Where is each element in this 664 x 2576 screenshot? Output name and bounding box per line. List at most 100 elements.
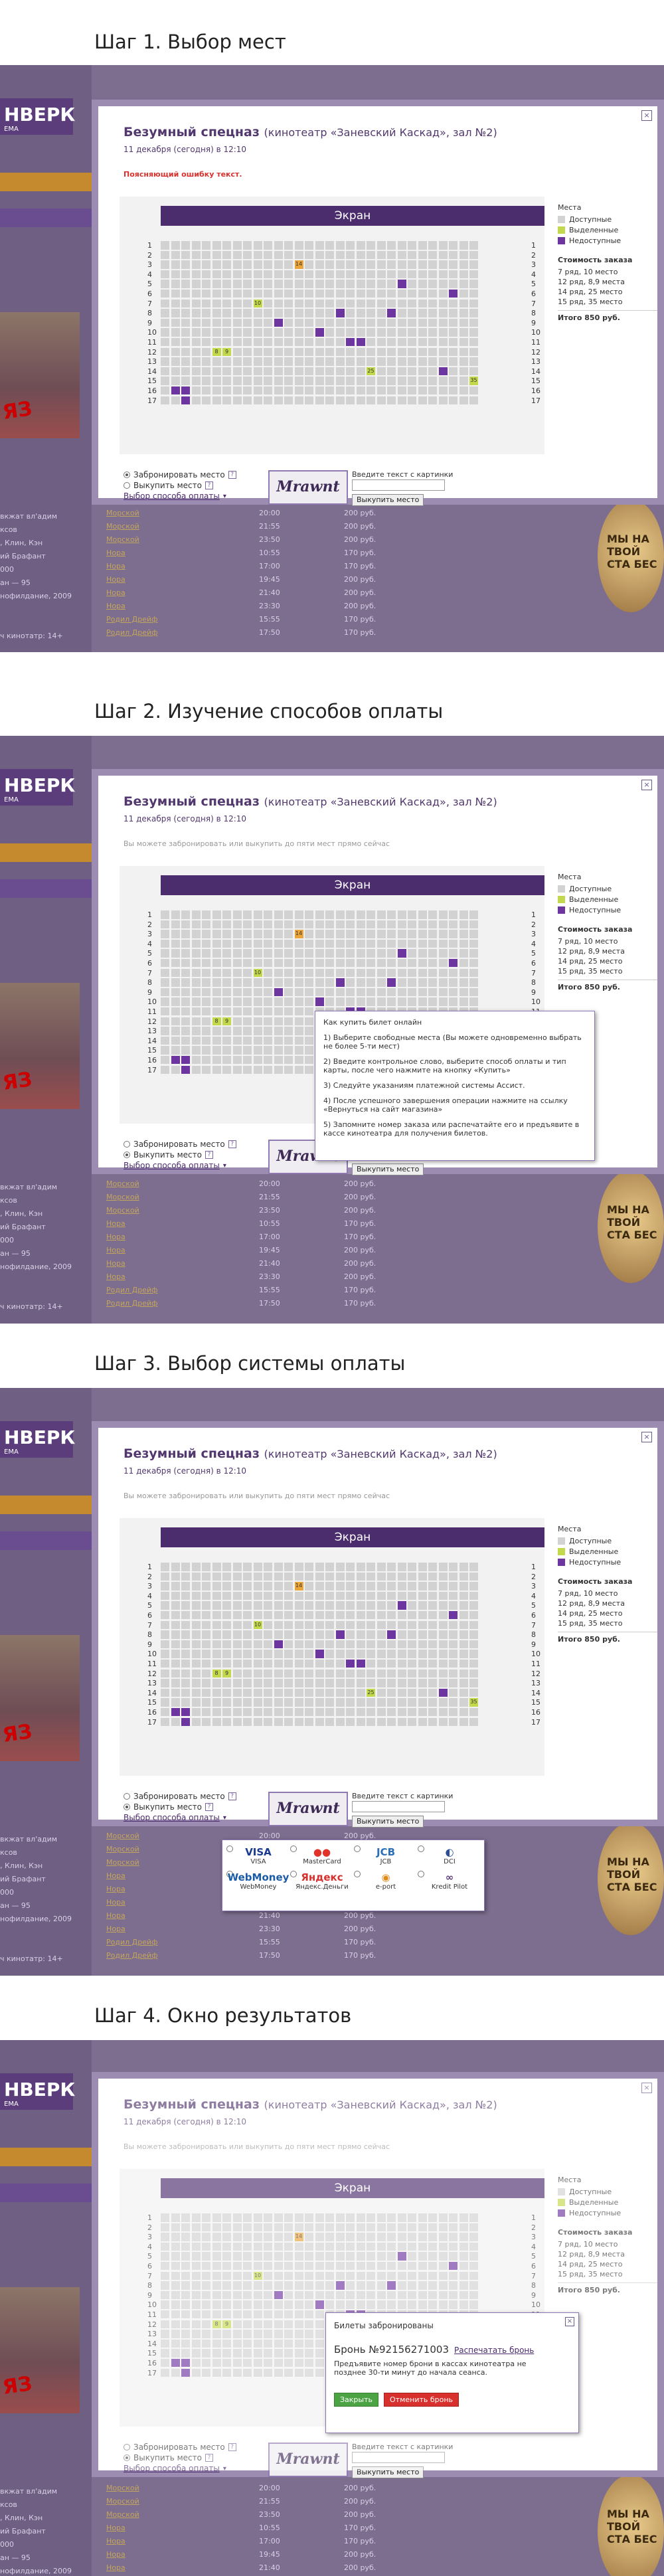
seat-available[interactable] bbox=[202, 1669, 210, 1678]
seat-available[interactable] bbox=[376, 958, 386, 968]
seat-available[interactable] bbox=[408, 367, 416, 376]
seat-hovered[interactable]: 14 bbox=[294, 260, 303, 269]
seat-available[interactable] bbox=[397, 1650, 406, 1658]
seat-unavailable[interactable] bbox=[346, 1659, 355, 1668]
seat-available[interactable] bbox=[264, 347, 272, 357]
seat-available[interactable] bbox=[408, 1582, 416, 1590]
seat-available[interactable] bbox=[222, 978, 231, 987]
seat-available[interactable] bbox=[346, 377, 355, 385]
seat-available[interactable] bbox=[387, 260, 396, 269]
seat-available[interactable] bbox=[222, 1707, 231, 1717]
seat-available[interactable] bbox=[202, 377, 210, 385]
seat-available[interactable] bbox=[305, 968, 313, 978]
seat-available[interactable] bbox=[253, 920, 262, 929]
seat-available[interactable] bbox=[171, 1717, 180, 1726]
seat-available[interactable] bbox=[212, 337, 221, 347]
seat-available[interactable] bbox=[459, 910, 468, 919]
seat-available[interactable] bbox=[325, 337, 334, 347]
seat-available[interactable] bbox=[264, 1027, 272, 1035]
seat-available[interactable] bbox=[315, 1601, 324, 1610]
seat-available[interactable] bbox=[325, 1620, 334, 1630]
seat-available[interactable] bbox=[325, 280, 334, 288]
seat-unavailable[interactable] bbox=[335, 978, 345, 987]
seat-available[interactable] bbox=[469, 260, 478, 269]
seat-available[interactable] bbox=[274, 968, 283, 978]
seat-available[interactable] bbox=[181, 930, 190, 938]
seat-available[interactable] bbox=[387, 357, 396, 366]
seat-available[interactable] bbox=[232, 1669, 242, 1678]
seat-available[interactable] bbox=[356, 299, 365, 308]
seat-available[interactable] bbox=[315, 337, 324, 347]
seat-available[interactable] bbox=[387, 1650, 396, 1658]
seat-available[interactable] bbox=[408, 1591, 416, 1600]
seat-available[interactable] bbox=[346, 289, 355, 298]
seat-available[interactable] bbox=[294, 367, 303, 376]
seat-available[interactable] bbox=[438, 377, 448, 385]
seat-available[interactable] bbox=[408, 1698, 416, 1707]
seat-available[interactable] bbox=[428, 260, 437, 269]
seat-available[interactable] bbox=[449, 978, 457, 987]
seat-available[interactable] bbox=[171, 270, 180, 279]
seat-available[interactable] bbox=[161, 1017, 169, 1026]
seat-available[interactable] bbox=[438, 347, 448, 357]
seat-available[interactable] bbox=[181, 968, 190, 978]
seat-available[interactable] bbox=[438, 1640, 448, 1649]
seat-available[interactable] bbox=[264, 987, 272, 997]
seat-available[interactable] bbox=[449, 347, 457, 357]
seat-available[interactable] bbox=[243, 386, 252, 395]
seat-available[interactable] bbox=[191, 1640, 201, 1649]
seat-available[interactable] bbox=[253, 337, 262, 347]
seat-available[interactable] bbox=[161, 357, 169, 366]
seat-available[interactable] bbox=[274, 1572, 283, 1581]
seat-available[interactable] bbox=[284, 250, 293, 260]
modal-close-button[interactable]: × bbox=[641, 110, 652, 121]
seat-available[interactable] bbox=[253, 1669, 262, 1678]
seat-available[interactable] bbox=[438, 1620, 448, 1630]
seat-available[interactable] bbox=[181, 1582, 190, 1590]
seat-available[interactable] bbox=[325, 958, 334, 968]
seat-available[interactable] bbox=[459, 337, 468, 347]
seat-available[interactable] bbox=[438, 1591, 448, 1600]
seat-available[interactable] bbox=[428, 318, 437, 327]
seat-available[interactable] bbox=[264, 997, 272, 1006]
seat-unavailable[interactable] bbox=[181, 1065, 190, 1074]
seat-available[interactable] bbox=[305, 1669, 313, 1678]
seat-available[interactable] bbox=[264, 299, 272, 308]
seat-available[interactable] bbox=[222, 910, 231, 919]
seat-available[interactable] bbox=[284, 1065, 293, 1074]
payment-system-radio[interactable] bbox=[290, 1846, 297, 1852]
seat-available[interactable] bbox=[408, 299, 416, 308]
seat-available[interactable] bbox=[294, 939, 303, 948]
seat-available[interactable] bbox=[459, 1698, 468, 1707]
seat-available[interactable] bbox=[438, 1630, 448, 1639]
seat-available[interactable] bbox=[325, 299, 334, 308]
seat-available[interactable] bbox=[264, 1591, 272, 1600]
seat-available[interactable] bbox=[294, 299, 303, 308]
seat-available[interactable] bbox=[294, 1688, 303, 1697]
seat-available[interactable] bbox=[253, 1630, 262, 1639]
seat-available[interactable] bbox=[367, 1707, 375, 1717]
seat-available[interactable] bbox=[449, 357, 457, 366]
seat-available[interactable] bbox=[356, 318, 365, 327]
seat-available[interactable] bbox=[171, 1046, 180, 1055]
seat-available[interactable] bbox=[428, 920, 437, 929]
seat-available[interactable] bbox=[243, 1698, 252, 1707]
seat-available[interactable] bbox=[325, 1659, 334, 1668]
seat-available[interactable] bbox=[202, 1717, 210, 1726]
seat-available[interactable] bbox=[397, 978, 406, 987]
seat-available[interactable] bbox=[325, 910, 334, 919]
seat-available[interactable] bbox=[469, 939, 478, 948]
seat-available[interactable] bbox=[243, 299, 252, 308]
seat-available[interactable] bbox=[202, 1582, 210, 1590]
seat-available[interactable] bbox=[469, 1572, 478, 1581]
seat-available[interactable] bbox=[469, 930, 478, 938]
seat-available[interactable] bbox=[438, 978, 448, 987]
seat-available[interactable] bbox=[356, 328, 365, 337]
seat-available[interactable] bbox=[284, 1698, 293, 1707]
seat-available[interactable] bbox=[408, 958, 416, 968]
seat-available[interactable] bbox=[438, 299, 448, 308]
seat-available[interactable] bbox=[212, 1688, 221, 1697]
seat-available[interactable] bbox=[212, 1659, 221, 1668]
seat-available[interactable] bbox=[346, 367, 355, 376]
seat-available[interactable] bbox=[212, 318, 221, 327]
